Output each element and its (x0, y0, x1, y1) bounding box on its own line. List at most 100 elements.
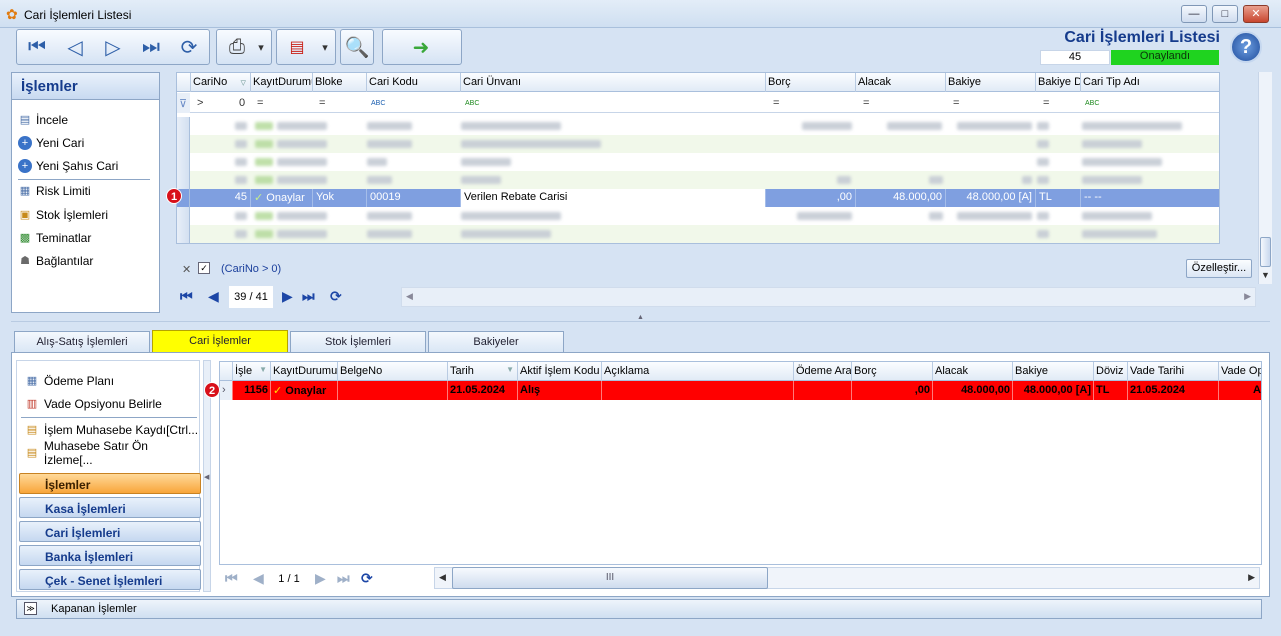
previous-record-icon[interactable]: ◁ (57, 32, 93, 62)
last-page-icon[interactable]: ⏭ (302, 288, 315, 305)
table-row[interactable] (177, 153, 1219, 171)
col-aktif-islem-kodu[interactable]: Aktif İşlem Kodu (517, 362, 601, 381)
sidebar-item-yeni-sahis-cari[interactable]: + Yeni Şahıs Cari (18, 156, 118, 176)
filter-eq[interactable]: = (951, 93, 961, 113)
filter-eq[interactable]: = (861, 93, 871, 113)
col-tarih[interactable]: Tarih ▼ (447, 362, 517, 381)
action-vade-opsiyonu[interactable]: ▥ Vade Opsiyonu Belirle (25, 394, 162, 414)
dropdown-arrow-icon[interactable]: ▾ (317, 32, 333, 62)
table-row[interactable] (177, 135, 1219, 153)
first-page-icon[interactable]: ⏮ (180, 288, 193, 305)
col-kayitdurumu[interactable]: KayıtDurumu (270, 362, 337, 381)
splitter-line[interactable] (11, 321, 1270, 322)
action-islem-muhasebe[interactable]: ▤ İşlem Muhasebe Kaydı[Ctrl... (25, 420, 198, 440)
col-kayitdurumu[interactable]: KayıtDurumu (250, 73, 312, 92)
scroll-thumb[interactable]: III (452, 567, 768, 589)
col-cari-tip[interactable]: Cari Tip Adı (1080, 73, 1219, 92)
col-alacak[interactable]: Alacak (932, 362, 1012, 381)
refresh-icon[interactable]: ⟳ (361, 570, 373, 587)
action-odeme-plani[interactable]: ▦ Ödeme Planı (25, 371, 114, 391)
col-bloke[interactable]: Bloke (312, 73, 366, 92)
table-row[interactable] (177, 117, 1219, 135)
text-filter-icon[interactable]: ABC (369, 96, 387, 116)
col-belgeno[interactable]: BelgeNo (337, 362, 447, 381)
previous-page-icon[interactable]: ◀ (208, 288, 219, 305)
col-alacak[interactable]: Alacak (855, 73, 945, 92)
col-odeme-ara[interactable]: Ödeme Ara (793, 362, 851, 381)
clear-filter-icon[interactable]: ✕ (182, 263, 191, 276)
text-filter-icon[interactable]: ABC (1083, 96, 1101, 116)
refresh-icon[interactable]: ⟳ (330, 288, 342, 305)
tab-stok-islemleri[interactable]: Stok İşlemleri (290, 331, 426, 353)
filter-carino-value[interactable]: 0 (237, 93, 247, 113)
closed-transactions-bar[interactable]: ≫ Kapanan İşlemler (16, 599, 1262, 619)
table-row[interactable] (177, 171, 1219, 189)
sidebar-item-risk-limiti[interactable]: ▦ Risk Limiti (18, 181, 91, 201)
collapse-left-icon[interactable]: ◀ (204, 473, 209, 481)
help-button[interactable]: ? (1230, 31, 1262, 63)
filter-expression[interactable]: (CariNo > 0) (221, 263, 281, 275)
selected-table-row[interactable]: 45 ✓ Onaylar Yok 00019 Verilen Rebate Ca… (177, 189, 1219, 207)
maximize-button[interactable]: □ (1212, 5, 1238, 23)
filter-eq[interactable]: = (1041, 93, 1051, 113)
sidebar-item-yeni-cari[interactable]: + Yeni Cari (18, 133, 84, 153)
first-page-icon[interactable]: ⏮ (225, 570, 238, 587)
tab-cari-islemler[interactable]: Cari İşlemler (152, 330, 288, 353)
col-borc[interactable]: Borç (851, 362, 932, 381)
col-aciklama[interactable]: Açıklama (601, 362, 793, 381)
col-vade-op[interactable]: Vade Op (1218, 362, 1261, 381)
filter-eq[interactable]: = (255, 93, 265, 113)
table-row[interactable] (177, 225, 1219, 243)
print-icon[interactable]: ⎙ (219, 32, 255, 62)
selected-table-row[interactable]: › 1156 ✓ Onaylar 21.05.2024 Alış ,00 48.… (220, 381, 1261, 400)
minimize-button[interactable]: — (1181, 5, 1207, 23)
filter-toggle-checkbox[interactable]: ✓ (198, 262, 210, 274)
scroll-left-arrow-icon[interactable]: ◀ (406, 291, 413, 302)
refresh-icon[interactable]: ⟳ (171, 32, 207, 62)
next-page-icon[interactable]: ▶ (315, 570, 326, 587)
tab-bakiyeler[interactable]: Bakiyeler (428, 331, 564, 353)
last-record-icon[interactable]: ⏭ (133, 32, 169, 62)
navgroup-kasa-islemleri[interactable]: Kasa İşlemleri (19, 497, 201, 518)
previous-page-icon[interactable]: ◀ (253, 570, 264, 587)
col-borc[interactable]: Borç (765, 73, 855, 92)
close-button[interactable]: ✕ (1243, 5, 1269, 23)
expand-icon[interactable]: ≫ (24, 602, 37, 615)
last-page-icon[interactable]: ⏭ (337, 570, 350, 587)
col-bakiye[interactable]: Bakiye (1012, 362, 1093, 381)
dropdown-arrow-icon[interactable]: ▾ (253, 32, 269, 62)
col-carino[interactable]: CariNo ▿ (190, 73, 250, 92)
col-isle[interactable]: İşle ▼ (232, 362, 270, 381)
table-row[interactable] (177, 207, 1219, 225)
col-cari-unvani[interactable]: Cari Ünvanı (460, 73, 765, 92)
filter-row[interactable]: ⊽ > 0 = = ABC ABC = = = = ABC (177, 93, 1219, 116)
navgroup-cari-islemleri[interactable]: Cari İşlemleri (19, 521, 201, 542)
navgroup-banka-islemleri[interactable]: Banka İşlemleri (19, 545, 201, 566)
action-muhasebe-on-izleme[interactable]: ▤ Muhasebe Satır Ön İzleme[... (25, 439, 199, 467)
pdf-export-icon[interactable]: ▤ (279, 32, 315, 62)
col-doviz[interactable]: Döviz (1093, 362, 1127, 381)
navgroup-islemler[interactable]: İşlemler (19, 473, 201, 494)
col-cari-kodu[interactable]: Cari Kodu (366, 73, 460, 92)
sidebar-item-incele[interactable]: ▤ İncele (18, 110, 68, 130)
sidebar-item-stok-islemleri[interactable]: ▣ Stok İşlemleri (18, 205, 108, 225)
exit-door-icon[interactable]: ➜ (403, 32, 439, 62)
next-page-icon[interactable]: ▶ (282, 288, 293, 305)
sidebar-item-teminatlar[interactable]: ▩ Teminatlar (18, 228, 92, 248)
col-bakiye[interactable]: Bakiye (945, 73, 1035, 92)
scroll-left-arrow-icon[interactable]: ◀ (439, 572, 446, 583)
splitter-grip-icon[interactable]: ▲ (637, 314, 644, 321)
col-vade-tarihi[interactable]: Vade Tarihi (1127, 362, 1218, 381)
scroll-right-arrow-icon[interactable]: ▶ (1248, 572, 1255, 583)
filter-eq[interactable]: = (771, 93, 781, 113)
sidebar-item-baglantilar[interactable]: ☗ Bağlantılar (18, 251, 93, 271)
text-filter-icon[interactable]: ABC (463, 96, 481, 116)
horizontal-scrollbar[interactable]: ◀ ▶ (401, 287, 1256, 307)
filter-op[interactable]: > (195, 93, 205, 113)
col-bakiye-d[interactable]: Bakiye D (1035, 73, 1080, 92)
first-record-icon[interactable]: ⏮ (19, 32, 55, 62)
filter-eq[interactable]: = (317, 93, 327, 113)
report-design-icon[interactable]: 🔍 (341, 32, 373, 62)
scroll-right-arrow-icon[interactable]: ▶ (1244, 291, 1251, 302)
tab-alis-satis[interactable]: Alış-Satış İşlemleri (14, 331, 150, 353)
